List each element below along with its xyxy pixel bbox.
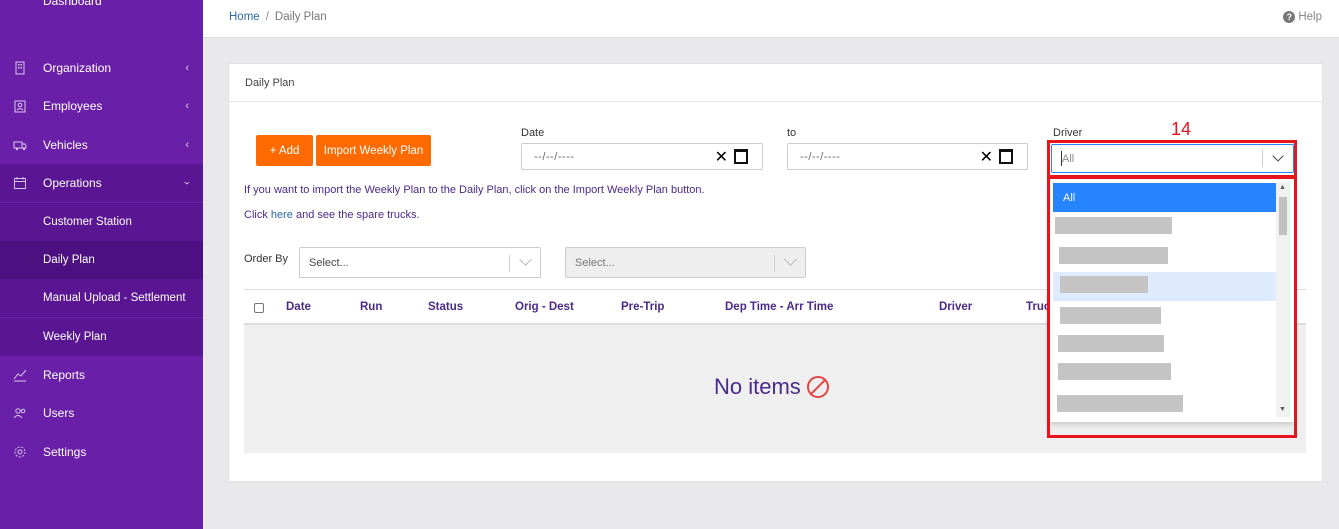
- date-placeholder: --/--/----: [800, 151, 841, 163]
- sidebar-item-label: Organization: [43, 61, 112, 75]
- chart-line-icon: [13, 369, 27, 382]
- sidebar-item-label: Employees: [43, 99, 103, 113]
- clear-date-icon[interactable]: ✕: [980, 147, 993, 167]
- info-rest-text: and see the spare trucks.: [296, 209, 420, 221]
- column-header-run[interactable]: Run: [360, 301, 382, 313]
- truck-icon: [13, 141, 27, 151]
- chevron-left-icon: ‹: [185, 139, 189, 151]
- annotation-highlight-box: [1047, 176, 1297, 438]
- breadcrumb-home-link[interactable]: Home: [229, 11, 260, 23]
- breadcrumb-current: Daily Plan: [274, 11, 327, 23]
- import-weekly-plan-button[interactable]: Import Weekly Plan: [316, 135, 431, 166]
- sidebar-item-label: Settings: [43, 445, 87, 459]
- spare-trucks-info: Click here and see the spare trucks.: [244, 209, 420, 221]
- chevron-down-icon: ‹: [181, 181, 194, 185]
- column-header-status[interactable]: Status: [428, 301, 463, 313]
- spare-trucks-link[interactable]: here: [271, 209, 293, 221]
- users-icon: [13, 408, 26, 419]
- to-label: to: [787, 127, 797, 139]
- sidebar-subitem-label: Manual Upload - Settlement: [43, 292, 186, 304]
- sidebar-item-users[interactable]: Users: [0, 394, 203, 432]
- divider: [229, 101, 1322, 102]
- sidebar-item-employees[interactable]: Employees ‹: [0, 87, 203, 125]
- column-header-driver[interactable]: Driver: [939, 301, 972, 313]
- breadcrumb: Home / Daily Plan: [229, 11, 327, 23]
- prohibited-icon: [806, 376, 829, 398]
- chevron-left-icon: ‹: [185, 100, 189, 112]
- column-header-dep-arr-time[interactable]: Dep Time - Arr Time: [725, 301, 833, 313]
- chevron-down-icon: [784, 253, 797, 266]
- gear-icon: [14, 446, 26, 458]
- add-button[interactable]: + Add: [256, 135, 313, 166]
- info-click-text: Click: [244, 209, 268, 221]
- sidebar-subitem-label: Weekly Plan: [43, 331, 107, 343]
- clear-date-icon[interactable]: ✕: [715, 147, 728, 167]
- building-icon: [15, 61, 25, 75]
- select-divider: [774, 255, 775, 272]
- calendar-icon: [14, 177, 26, 189]
- sidebar: Dashboard Organization ‹ Employees ‹ Veh…: [0, 0, 203, 529]
- card-title: Daily Plan: [245, 77, 295, 89]
- sidebar-item-reports[interactable]: Reports: [0, 356, 203, 394]
- chevron-left-icon: ‹: [185, 62, 189, 74]
- sidebar-item-label: Reports: [43, 368, 86, 382]
- date-label: Date: [521, 127, 545, 139]
- select-all-checkbox[interactable]: [254, 303, 264, 313]
- sidebar-subitem-label: Daily Plan: [43, 254, 95, 266]
- sidebar-subitem-customer-station[interactable]: Customer Station: [0, 203, 203, 241]
- sidebar-item-label: Vehicles: [43, 138, 88, 152]
- select-divider: [509, 255, 510, 272]
- order-direction-select: Select...: [565, 247, 806, 278]
- order-by-label: Order By: [244, 253, 289, 265]
- driver-label: Driver: [1053, 127, 1083, 139]
- annotation-highlight-box: [1047, 140, 1297, 178]
- sidebar-subitem-manual-upload-settlement[interactable]: Manual Upload - Settlement: [0, 279, 203, 317]
- calendar-icon[interactable]: [999, 149, 1013, 164]
- column-header-orig-dest[interactable]: Orig - Dest: [515, 301, 574, 313]
- id-badge-icon: [14, 100, 26, 113]
- column-header-pre-trip[interactable]: Pre-Trip: [621, 301, 664, 313]
- help-label: Help: [1298, 11, 1322, 23]
- sidebar-item-label: Users: [43, 406, 75, 420]
- sidebar-item-settings[interactable]: Settings: [0, 433, 203, 471]
- sidebar-item-vehicles[interactable]: Vehicles ‹: [0, 126, 203, 164]
- sidebar-item-dashboard[interactable]: Dashboard: [0, 0, 203, 20]
- order-direction-placeholder: Select...: [575, 257, 615, 269]
- date-placeholder: --/--/----: [534, 151, 575, 163]
- sidebar-item-operations[interactable]: Operations ‹: [0, 164, 203, 202]
- sidebar-item-organization[interactable]: Organization ‹: [0, 49, 203, 87]
- annotation-number: 14: [1171, 119, 1192, 139]
- date-to-input[interactable]: --/--/---- ✕: [787, 143, 1028, 170]
- sidebar-item-label: Dashboard: [43, 0, 102, 8]
- help-link[interactable]: ? Help: [1283, 11, 1322, 23]
- order-by-placeholder: Select...: [309, 257, 349, 269]
- chevron-down-icon: [519, 253, 532, 266]
- question-circle-icon: ?: [1283, 11, 1296, 23]
- date-from-input[interactable]: --/--/---- ✕: [521, 143, 763, 170]
- top-bar: Home / Daily Plan ? Help: [203, 0, 1339, 38]
- breadcrumb-separator: /: [265, 11, 269, 23]
- sidebar-subitem-daily-plan[interactable]: Daily Plan: [0, 241, 203, 279]
- empty-message: No items: [714, 374, 801, 399]
- sidebar-item-label: Operations: [43, 176, 102, 190]
- order-by-select[interactable]: Select...: [299, 247, 541, 278]
- import-info-text: If you want to import the Weekly Plan to…: [244, 184, 705, 196]
- column-header-date[interactable]: Date: [286, 301, 311, 313]
- calendar-icon[interactable]: [734, 149, 748, 164]
- sidebar-subitem-weekly-plan[interactable]: Weekly Plan: [0, 318, 203, 356]
- sidebar-subitem-label: Customer Station: [43, 216, 132, 228]
